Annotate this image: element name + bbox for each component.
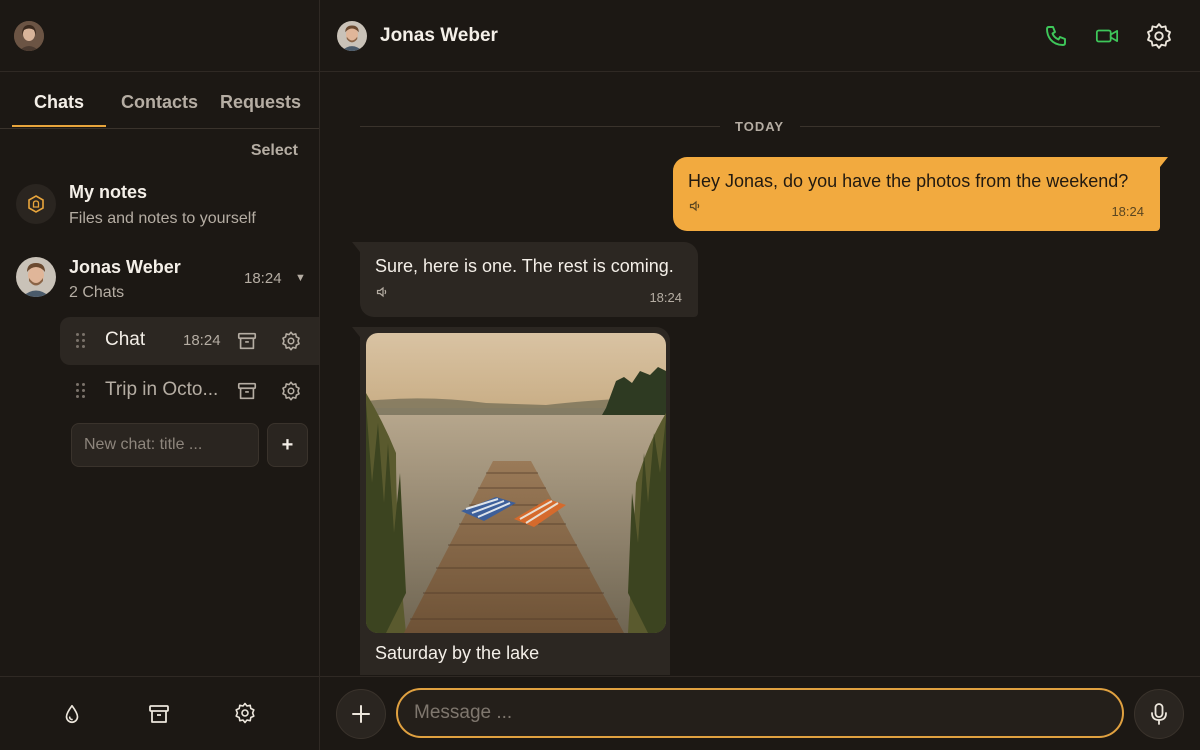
sidebar-footer bbox=[0, 676, 319, 750]
contact-name: Jonas Weber bbox=[69, 257, 181, 277]
drop-icon[interactable] bbox=[60, 702, 84, 726]
active-tab-indicator bbox=[12, 125, 106, 127]
lake-photo[interactable] bbox=[366, 333, 666, 633]
incoming-image-message[interactable]: Saturday by the lake bbox=[352, 327, 670, 675]
day-separator: TODAY bbox=[360, 117, 1160, 137]
archive-icon[interactable] bbox=[235, 329, 259, 353]
add-chat-button[interactable]: + bbox=[267, 423, 308, 467]
subchat-item[interactable]: Chat 18:24 bbox=[60, 317, 319, 365]
gear-icon[interactable] bbox=[233, 701, 257, 725]
message-time: 18:24 bbox=[1111, 204, 1144, 219]
subchat-time: 18:24 bbox=[183, 332, 221, 349]
contact-chat-count: 2 Chats bbox=[69, 284, 125, 301]
archive-icon[interactable] bbox=[235, 379, 259, 403]
message-text: Sure, here is one. The rest is coming. bbox=[375, 256, 674, 276]
chevron-down-icon[interactable]: ▼ bbox=[295, 272, 306, 284]
tab-contacts[interactable]: Contacts bbox=[121, 92, 198, 113]
image-caption: Saturday by the lake bbox=[375, 643, 540, 663]
add-chat-label: + bbox=[281, 433, 294, 456]
video-icon[interactable] bbox=[1095, 24, 1119, 48]
microphone-button[interactable] bbox=[1134, 689, 1184, 739]
message-composer bbox=[320, 676, 1200, 750]
conversation-title: Jonas Weber bbox=[380, 25, 498, 46]
conversation-header: Jonas Weber bbox=[320, 0, 1200, 72]
conversation-pane: Jonas Weber TODAY Hey Jonas, do you have… bbox=[320, 0, 1200, 750]
message-text: Hey Jonas, do you have the photos from t… bbox=[688, 171, 1129, 191]
notes-title: My notes bbox=[69, 182, 148, 202]
subchat-title: Trip in Octo... bbox=[105, 379, 219, 400]
subchat-item[interactable]: Trip in Octo... bbox=[60, 367, 319, 415]
incoming-message[interactable]: Sure, here is one. The rest is coming. 1… bbox=[352, 242, 698, 317]
drag-handle-icon[interactable] bbox=[76, 383, 86, 399]
subchat-title: Chat bbox=[105, 329, 146, 350]
notes-hex-icon bbox=[16, 184, 56, 224]
contact-time: 18:24 bbox=[244, 270, 282, 287]
drag-handle-icon[interactable] bbox=[76, 333, 86, 349]
gear-icon[interactable] bbox=[279, 379, 303, 403]
message-time: 18:24 bbox=[649, 290, 682, 305]
tab-requests[interactable]: Requests bbox=[220, 92, 301, 113]
sidebar-header bbox=[0, 0, 319, 72]
sidebar: Chats Contacts Requests Select My notes … bbox=[0, 0, 320, 750]
notes-subtitle: Files and notes to yourself bbox=[69, 210, 256, 227]
contact-item[interactable]: Jonas Weber 2 Chats 18:24 ▼ bbox=[0, 250, 319, 308]
user-avatar[interactable] bbox=[14, 21, 44, 51]
plus-icon bbox=[352, 705, 370, 723]
contact-avatar[interactable] bbox=[337, 21, 367, 51]
gear-icon[interactable] bbox=[279, 329, 303, 353]
notes-item[interactable]: My notes Files and notes to yourself bbox=[0, 176, 319, 234]
microphone-icon bbox=[1151, 703, 1167, 725]
phone-icon[interactable] bbox=[1044, 24, 1068, 48]
new-chat-input[interactable] bbox=[71, 423, 259, 467]
select-button[interactable]: Select bbox=[251, 142, 298, 160]
speaker-icon[interactable] bbox=[376, 285, 388, 303]
outgoing-message[interactable]: Hey Jonas, do you have the photos from t… bbox=[673, 157, 1168, 231]
message-input[interactable] bbox=[396, 688, 1124, 738]
tab-chats[interactable]: Chats bbox=[34, 92, 84, 113]
sidebar-tabs: Chats Contacts Requests bbox=[0, 72, 319, 129]
contact-avatar bbox=[16, 257, 56, 297]
archive-icon[interactable] bbox=[147, 702, 171, 726]
speaker-icon[interactable] bbox=[689, 199, 701, 217]
attach-button[interactable] bbox=[336, 689, 386, 739]
gear-icon[interactable] bbox=[1144, 21, 1174, 51]
day-separator-label: TODAY bbox=[735, 119, 785, 134]
